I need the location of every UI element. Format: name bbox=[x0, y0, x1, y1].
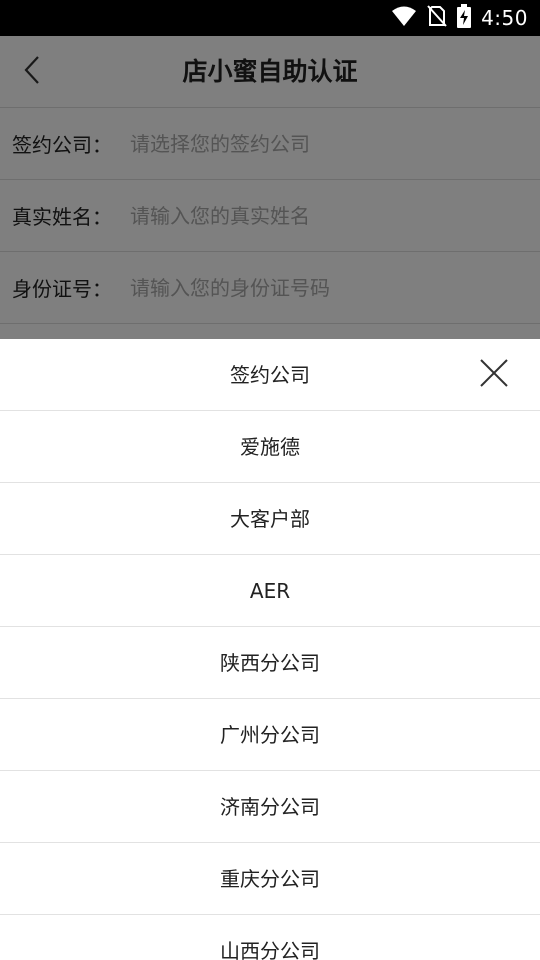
status-icons: 4:50 bbox=[391, 0, 528, 36]
battery-charging-icon bbox=[457, 4, 472, 32]
picker-option[interactable]: AER bbox=[0, 555, 540, 627]
picker-option[interactable]: 陕西分公司 bbox=[0, 627, 540, 699]
picker-option[interactable]: 重庆分公司 bbox=[0, 843, 540, 915]
picker-option[interactable]: 爱施德 bbox=[0, 411, 540, 483]
status-time: 4:50 bbox=[481, 6, 528, 30]
close-icon bbox=[479, 358, 509, 392]
close-button[interactable] bbox=[474, 355, 514, 395]
picker-header: 签约公司 bbox=[0, 339, 540, 411]
company-picker-sheet: 签约公司 爱施德 大客户部 AER 陕西分公司 广州分公司 济南分公司 重庆分公… bbox=[0, 339, 540, 960]
picker-option[interactable]: 广州分公司 bbox=[0, 699, 540, 771]
no-sim-icon bbox=[427, 5, 447, 31]
picker-title: 签约公司 bbox=[230, 363, 310, 387]
wifi-icon bbox=[391, 5, 417, 31]
status-bar: 4:50 bbox=[0, 0, 540, 36]
picker-option[interactable]: 济南分公司 bbox=[0, 771, 540, 843]
picker-option[interactable]: 山西分公司 bbox=[0, 915, 540, 960]
picker-option[interactable]: 大客户部 bbox=[0, 483, 540, 555]
